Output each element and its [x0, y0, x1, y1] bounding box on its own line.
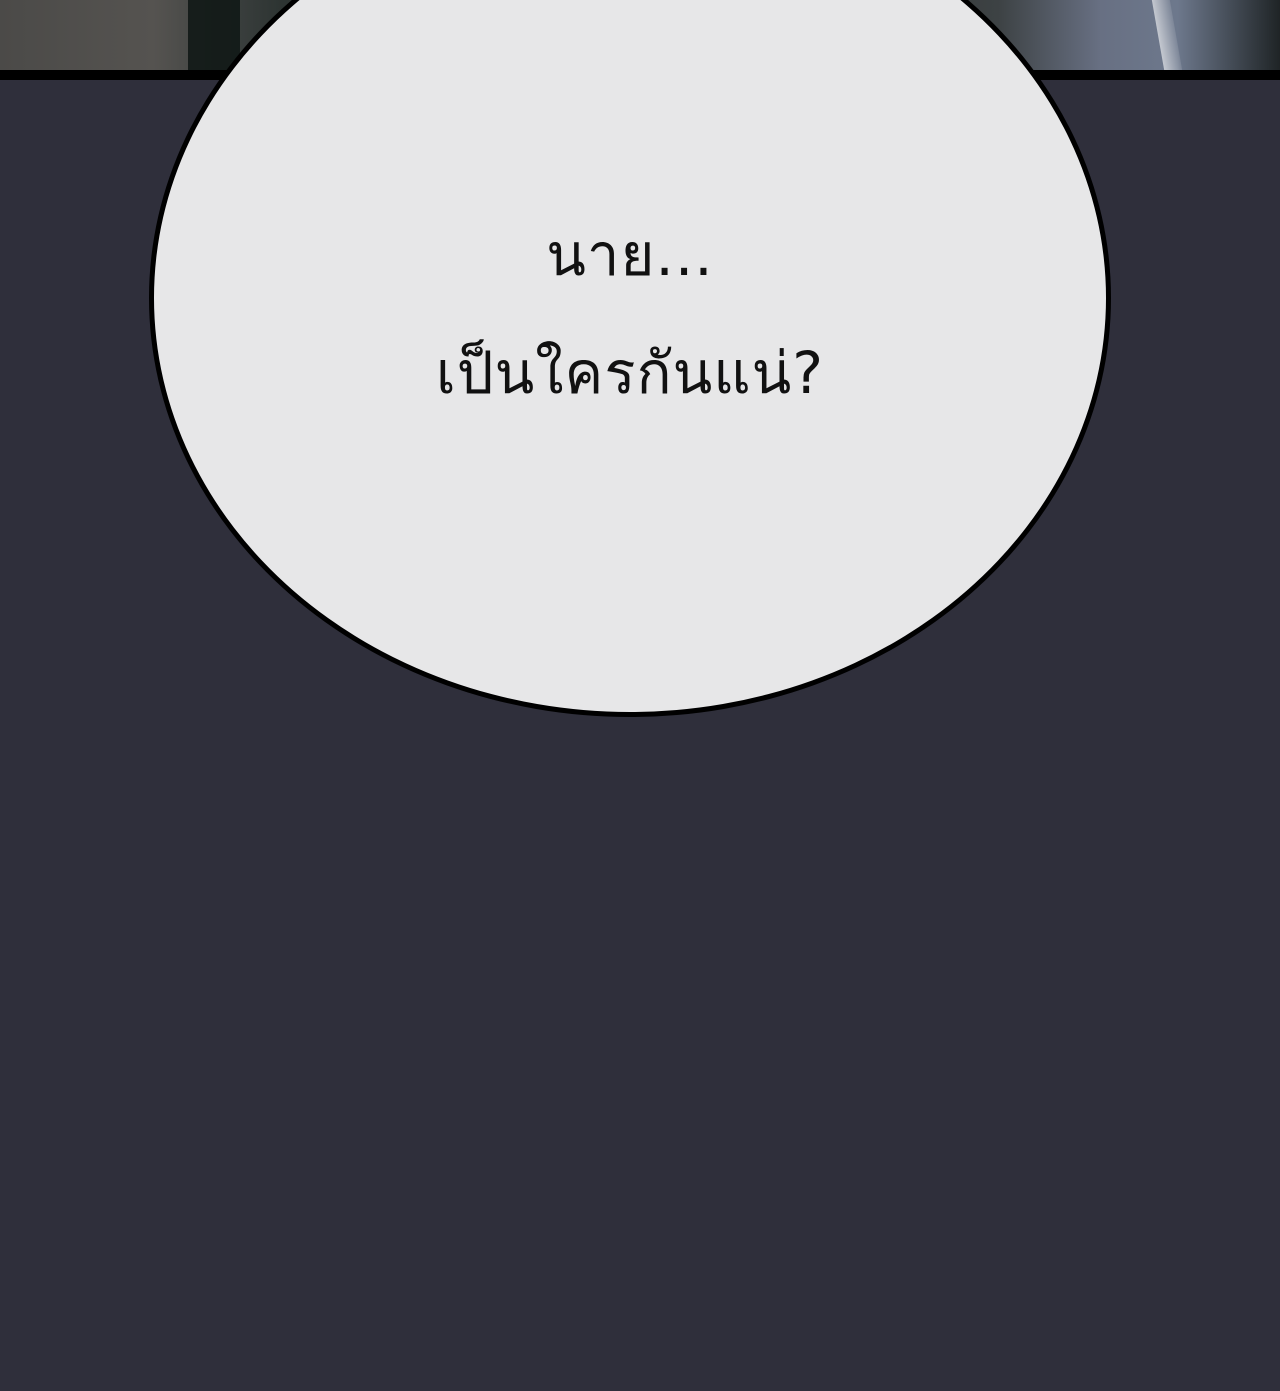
speech-line-2: เป็นใครกันแน่? — [435, 339, 825, 407]
speech-line-1: นาย... — [546, 221, 714, 289]
speech-bubble-text: นาย... เป็นใครกันแน่? — [240, 196, 1020, 432]
comic-panel-page: นาย... เป็นใครกันแน่? — [0, 0, 1280, 1391]
